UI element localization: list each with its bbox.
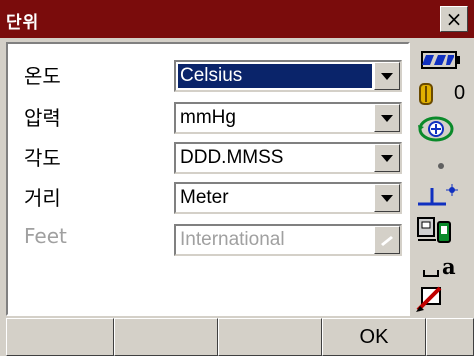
temperature-select[interactable]: Celsius [174,60,402,92]
prism-icon [419,83,433,105]
angle-dropdown-button[interactable] [374,144,400,172]
feet-dropdown-button [374,226,400,254]
communication-icon[interactable] [412,214,474,244]
status-sidebar: 0 a [412,42,474,316]
chevron-down-icon [381,195,393,202]
chevron-disabled-icon [381,236,393,246]
pressure-value: mmHg [180,107,236,128]
distance-dropdown-button[interactable] [374,184,400,212]
pressure-dropdown-button[interactable] [374,104,400,132]
space-icon [423,270,439,277]
angle-select[interactable]: DDD.MMSS [174,142,402,174]
chevron-down-icon [381,73,393,80]
softkey-bar: OK [0,318,474,356]
temperature-value: Celsius [178,64,372,88]
edit-pencil-icon[interactable] [412,284,474,314]
distance-label: 거리 [24,186,61,210]
distance-select[interactable]: Meter [174,182,402,214]
title-bar: 단위 × [0,0,474,38]
prism-constant-value: 0 [454,82,466,104]
input-mode-label: a [442,254,456,279]
softkey-5[interactable] [426,318,474,356]
input-mode-indicator[interactable]: a [412,254,474,284]
laser-plummet-icon[interactable] [412,180,474,210]
pressure-select[interactable]: mmHg [174,102,402,134]
window-title: 단위 [6,13,40,33]
pressure-label: 압력 [24,106,61,130]
feet-label: Feet [24,224,67,248]
feet-select: International [174,224,402,256]
distance-value: Meter [180,187,229,208]
laser-dot-icon[interactable] [412,150,474,180]
units-dialog: 단위 × 온도 Celsius 압력 mmHg 각도 DDD.MMSS 거리 M… [0,0,474,356]
compensator-icon[interactable] [412,114,474,144]
battery-icon [412,48,474,78]
angle-value: DDD.MMSS [180,147,284,168]
softkey-2[interactable] [114,318,218,356]
feet-value: International [180,229,285,250]
temperature-dropdown-button[interactable] [374,62,400,90]
ok-button[interactable]: OK [322,318,426,356]
chevron-down-icon [381,115,393,122]
softkey-3[interactable] [218,318,322,356]
settings-panel: 온도 Celsius 압력 mmHg 각도 DDD.MMSS 거리 Meter [6,42,410,316]
prism-constant: 0 [412,80,474,110]
close-button[interactable]: × [440,6,468,32]
angle-label: 각도 [24,146,61,170]
chevron-down-icon [381,155,393,162]
temperature-label: 온도 [24,64,61,88]
softkey-1[interactable] [6,318,114,356]
